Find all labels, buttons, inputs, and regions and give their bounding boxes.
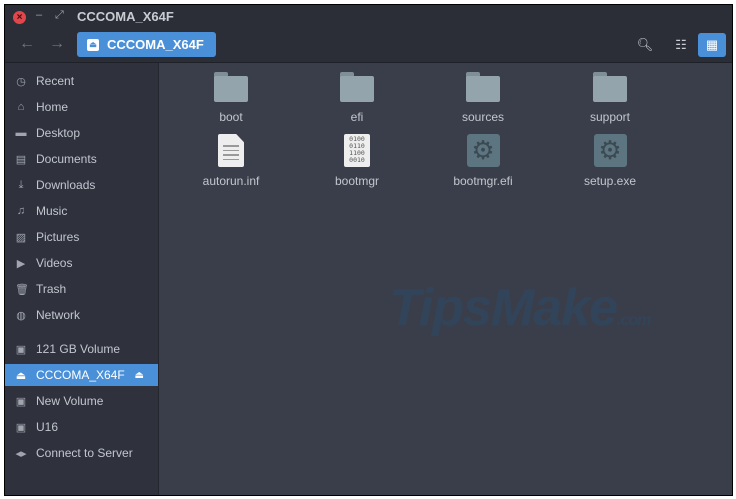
folder-icon (340, 72, 374, 102)
forward-button[interactable]: → (49, 35, 65, 53)
place-icon: ▶ (16, 257, 26, 270)
sidebar-item-label: Home (36, 100, 69, 114)
file-name: autorun.inf (202, 174, 260, 188)
sidebar-item-u16[interactable]: ▣ U16 (5, 416, 158, 438)
sidebar-item-desktop[interactable]: ▬ Desktop (5, 122, 158, 144)
text-file-icon (218, 134, 244, 167)
sidebar-item-label: CCCOMA_X64F (36, 368, 125, 382)
sidebar-item-cccoma-x64f[interactable]: ⏏ CCCOMA_X64F ⏏ (5, 364, 158, 386)
executable-gear-icon: ⚙ (593, 134, 627, 167)
binary-file-icon: 0100 0110 1100 0010 (344, 134, 370, 167)
sidebar-item-label: 121 GB Volume (36, 342, 121, 356)
grid-icon: ▦ (705, 37, 719, 52)
file-item[interactable]: 0100 0110 1100 0010 bootmgr (297, 134, 417, 188)
file-name: setup.exe (583, 174, 637, 188)
back-button[interactable]: ← (19, 35, 35, 53)
drive-icon: ▣ (15, 395, 27, 408)
file-item[interactable]: autorun.inf (171, 134, 291, 188)
search-button[interactable]: 🔍︎ (631, 33, 659, 57)
file-item[interactable]: efi (297, 72, 417, 124)
sidebar-item-label: Connect to Server (36, 446, 133, 460)
sidebar-item-trash[interactable]: 🗑 Trash (5, 278, 158, 300)
file-name: bootmgr (334, 174, 380, 188)
file-grid: TipsMake.com boot efi sources support autoru… (158, 63, 732, 495)
sidebar-item-downloads[interactable]: ⤓ Downloads (5, 174, 158, 196)
sidebar-item-label: Desktop (36, 126, 81, 140)
place-icon: ▬ (15, 127, 27, 139)
place-icon: ♫ (16, 205, 26, 217)
place-icon: ▤ (15, 153, 27, 166)
sidebar-item-label: Pictures (36, 230, 80, 244)
sidebar-item-new-volume[interactable]: ▣ New Volume (5, 390, 158, 412)
file-item[interactable]: ⚙ bootmgr.efi (423, 134, 543, 188)
sidebar-item-network[interactable]: ◍ Network (5, 304, 158, 326)
file-name: sources (461, 110, 505, 124)
minimize-button[interactable]: – (36, 9, 42, 21)
sidebar-item-label: Network (36, 308, 81, 322)
file-name: boot (219, 110, 243, 124)
file-item[interactable]: sources (423, 72, 543, 124)
search-icon: 🔍︎ (636, 37, 654, 52)
path-bar-button[interactable]: ⏏ CCCOMA_X64F (77, 32, 216, 57)
sidebar-item-home[interactable]: ⌂ Home (5, 96, 158, 118)
sidebar-item-label: Downloads (36, 178, 96, 192)
drive-icon: ◂▸ (15, 447, 27, 460)
place-icon: ⌂ (17, 101, 25, 113)
list-icon: ☷ (675, 37, 687, 52)
drive-icon: ⏏ (87, 38, 99, 51)
window-title: CCCOMA_X64F (77, 9, 174, 24)
place-icon: ▨ (15, 231, 27, 244)
sidebar-item-label: Recent (36, 74, 75, 88)
sidebar: ◷ Recent ⌂ Home ▬ Desktop ▤ Documents ⤓ Downloads… (5, 63, 158, 495)
watermark: TipsMake.com (389, 279, 651, 337)
drive-icon: ⏏ (15, 369, 27, 382)
folder-icon (214, 72, 248, 102)
sidebar-item-documents[interactable]: ▤ Documents (5, 148, 158, 170)
sidebar-item-videos[interactable]: ▶ Videos (5, 252, 158, 274)
folder-icon (593, 72, 627, 102)
path-label: CCCOMA_X64F (107, 37, 204, 52)
file-name: bootmgr.efi (453, 174, 513, 188)
sidebar-item-label: Music (36, 204, 68, 218)
folder-icon (466, 72, 500, 102)
file-name: support (589, 110, 631, 124)
close-button[interactable]: × (13, 11, 26, 24)
sidebar-item-label: New Volume (36, 394, 104, 408)
grid-view-button[interactable]: ▦ (698, 33, 726, 57)
sidebar-item-label: Trash (36, 282, 67, 296)
file-item[interactable]: ⚙ setup.exe (550, 134, 670, 188)
file-item[interactable]: boot (171, 72, 291, 124)
sidebar-item-recent[interactable]: ◷ Recent (5, 70, 158, 92)
maximize-button[interactable]: ⤢ (55, 9, 64, 22)
sidebar-item-label: U16 (36, 420, 59, 434)
sidebar-item-121-gb-volume[interactable]: ▣ 121 GB Volume (5, 338, 158, 360)
executable-gear-icon: ⚙ (466, 134, 500, 167)
file-manager-window: × – ⤢ CCCOMA_X64F ← → ⏏ CCCOMA_X64F 🔍︎ ☷… (4, 4, 733, 496)
place-icon: ⤓ (18, 178, 24, 191)
place-icon: 🗑 (15, 283, 29, 296)
file-name: efi (350, 110, 364, 124)
eject-icon[interactable]: ⏏ (135, 370, 144, 381)
drive-icon: ▣ (15, 421, 27, 434)
sidebar-item-music[interactable]: ♫ Music (5, 200, 158, 222)
drive-icon: ▣ (15, 343, 27, 356)
sidebar-item-label: Videos (36, 256, 73, 270)
sidebar-item-label: Documents (36, 152, 97, 166)
place-icon: ◷ (16, 75, 26, 88)
sidebar-item-pictures[interactable]: ▨ Pictures (5, 226, 158, 248)
place-icon: ◍ (16, 309, 26, 322)
list-view-button[interactable]: ☷ (667, 33, 695, 57)
sidebar-item-connect-to-server[interactable]: ◂▸ Connect to Server (5, 442, 158, 464)
file-item[interactable]: support (550, 72, 670, 124)
